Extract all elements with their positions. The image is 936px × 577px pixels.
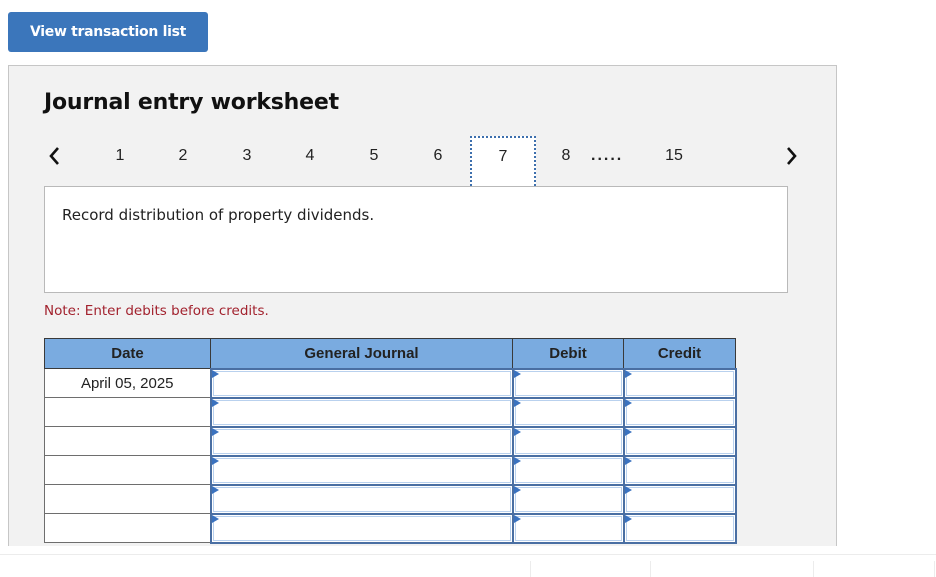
credit-input[interactable] [625, 457, 734, 483]
credit-cell [622, 454, 737, 486]
input-marker-icon [211, 427, 219, 436]
date-cell [44, 455, 211, 485]
date-cell [44, 484, 211, 514]
journal-cell [209, 425, 514, 457]
credit-cell [622, 512, 737, 544]
credit-input[interactable] [625, 370, 734, 396]
debit-input[interactable] [514, 457, 622, 483]
table-header-row: Date General Journal Debit Credit [44, 338, 736, 369]
input-marker-icon [513, 398, 521, 407]
input-marker-icon [513, 485, 521, 494]
credit-cell [622, 367, 737, 399]
page-7-current[interactable]: 7 [470, 136, 536, 190]
table-row [44, 396, 737, 428]
input-marker-icon [513, 369, 521, 378]
debit-input[interactable] [514, 486, 622, 512]
page-5[interactable]: 5 [366, 136, 382, 176]
input-marker-icon [513, 427, 521, 436]
debit-input[interactable] [514, 370, 622, 396]
input-marker-icon [211, 456, 219, 465]
input-marker-icon [624, 398, 632, 407]
debit-input[interactable] [514, 399, 622, 425]
credit-input[interactable] [625, 399, 734, 425]
debit-cell [511, 425, 625, 457]
footer-separator [934, 561, 935, 577]
header-date: Date [44, 338, 211, 369]
debit-cell [511, 454, 625, 486]
date-cell [44, 426, 211, 456]
credit-input[interactable] [625, 428, 734, 454]
next-page-button[interactable] [782, 144, 802, 168]
table-row [44, 454, 737, 486]
worksheet-title: Journal entry worksheet [44, 90, 339, 115]
journal-cell [209, 396, 514, 428]
input-marker-icon [513, 514, 521, 523]
credit-input[interactable] [625, 486, 734, 512]
input-marker-icon [211, 369, 219, 378]
instruction-note: Note: Enter debits before credits. [44, 303, 269, 319]
debit-cell [511, 396, 625, 428]
journal-input[interactable] [212, 486, 511, 512]
date-cell [44, 513, 211, 543]
credit-cell [622, 425, 737, 457]
chevron-left-icon [49, 147, 59, 165]
journal-input[interactable] [212, 370, 511, 396]
pagination-ellipsis: ..... [591, 147, 624, 164]
header-debit: Debit [512, 338, 624, 369]
table-row [44, 425, 737, 457]
journal-table: Date General Journal Debit Credit April … [44, 338, 737, 544]
journal-input[interactable] [212, 428, 511, 454]
journal-input[interactable] [212, 457, 511, 483]
footer-separator [650, 561, 651, 577]
journal-cell [209, 483, 514, 515]
journal-cell [209, 512, 514, 544]
input-marker-icon [211, 514, 219, 523]
journal-cell [209, 367, 514, 399]
input-marker-icon [624, 485, 632, 494]
page-1[interactable]: 1 [112, 136, 128, 176]
input-marker-icon [624, 427, 632, 436]
table-row: April 05, 2025 [44, 367, 737, 399]
transaction-description: Record distribution of property dividend… [62, 206, 375, 224]
input-marker-icon [211, 485, 219, 494]
input-marker-icon [624, 514, 632, 523]
credit-cell [622, 483, 737, 515]
page-6[interactable]: 6 [430, 136, 446, 176]
footer-separator [813, 561, 814, 577]
page-8[interactable]: 8 [558, 136, 574, 176]
journal-input[interactable] [212, 515, 511, 541]
journal-entry-worksheet-panel: Journal entry worksheet 1 2 3 4 5 6 7 8 … [8, 65, 837, 546]
transaction-description-box: Record distribution of property dividend… [44, 186, 788, 293]
prev-page-button[interactable] [44, 144, 64, 168]
credit-cell [622, 396, 737, 428]
debit-input[interactable] [514, 515, 622, 541]
page-3[interactable]: 3 [239, 136, 255, 176]
journal-cell [209, 454, 514, 486]
input-marker-icon [211, 398, 219, 407]
input-marker-icon [624, 369, 632, 378]
debit-cell [511, 483, 625, 515]
header-general-journal: General Journal [210, 338, 513, 369]
page-4[interactable]: 4 [302, 136, 318, 176]
journal-input[interactable] [212, 399, 511, 425]
footer-divider [0, 554, 936, 555]
footer-separator [530, 561, 531, 577]
debit-input[interactable] [514, 428, 622, 454]
date-cell: April 05, 2025 [44, 368, 211, 398]
debit-cell [511, 367, 625, 399]
view-transaction-list-button[interactable]: View transaction list [8, 12, 208, 52]
date-cell [44, 397, 211, 427]
chevron-right-icon [787, 147, 797, 165]
input-marker-icon [513, 456, 521, 465]
header-credit: Credit [623, 338, 736, 369]
page-2[interactable]: 2 [175, 136, 191, 176]
credit-input[interactable] [625, 515, 734, 541]
pagination: 1 2 3 4 5 6 7 8 ..... 15 [9, 136, 836, 190]
input-marker-icon [624, 456, 632, 465]
page-15[interactable]: 15 [662, 136, 686, 176]
table-row [44, 512, 737, 544]
table-row [44, 483, 737, 515]
debit-cell [511, 512, 625, 544]
